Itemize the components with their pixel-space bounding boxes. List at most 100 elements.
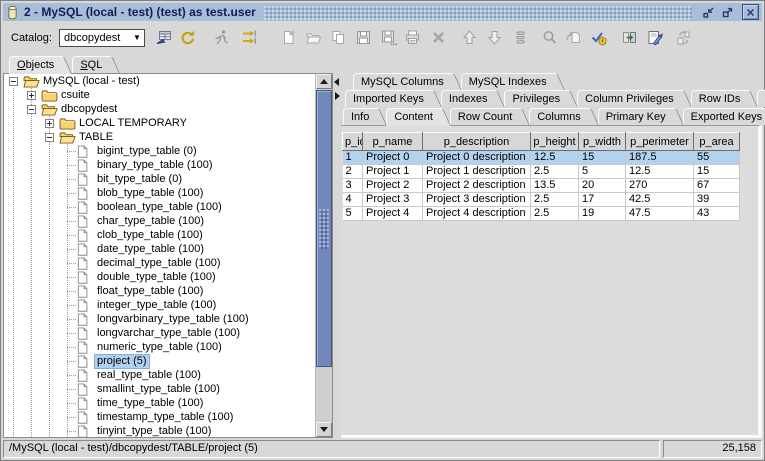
table-cell[interactable]: Project 2 description	[423, 179, 531, 193]
tree-node[interactable]: bigint_type_table (0)	[4, 144, 315, 158]
tree-node-label[interactable]: blob_type_table (100)	[95, 187, 205, 200]
tree-node[interactable]: real_type_table (100)	[4, 368, 315, 382]
table-cell[interactable]: 43	[694, 207, 740, 221]
tab-exported-keys[interactable]: Exported Keys	[683, 108, 765, 125]
tab-privileges[interactable]: Privileges	[504, 90, 568, 107]
tree-node-label[interactable]: double_type_table (100)	[95, 271, 218, 284]
tree-node-label[interactable]: csuite	[59, 89, 92, 102]
tree-node-label[interactable]: project (5)	[95, 355, 149, 368]
tree-node[interactable]: tinyint_type_table (100)	[4, 424, 315, 437]
close-button[interactable]	[742, 4, 759, 20]
table-cell[interactable]: 270	[626, 179, 694, 193]
table-cell[interactable]: 2	[343, 165, 363, 179]
move-down-icon[interactable]	[486, 29, 503, 46]
tab-objects[interactable]: Objects	[9, 56, 62, 74]
table-cell[interactable]: 67	[694, 179, 740, 193]
print-icon[interactable]	[404, 29, 421, 46]
catalog-dropdown[interactable]: dbcopydest ▼	[59, 29, 145, 47]
connect-catalog-icon[interactable]	[155, 29, 172, 46]
tree-node-label[interactable]: MySQL (local - test)	[41, 75, 142, 88]
tree-node[interactable]: longvarbinary_type_table (100)	[4, 312, 315, 326]
table-cell[interactable]: 1	[343, 151, 363, 165]
column-header[interactable]: p_name	[363, 133, 423, 151]
tree-node[interactable]: blob_type_table (100)	[4, 186, 315, 200]
table-row[interactable]: 5Project 4Project 4 description2.51947.5…	[343, 207, 740, 221]
table-cell[interactable]: 5	[343, 207, 363, 221]
tree-node-label[interactable]: time_type_table (100)	[95, 397, 205, 410]
tree-node-label[interactable]: binary_type_table (100)	[95, 159, 215, 172]
tab-content[interactable]: Content	[386, 108, 441, 126]
tree-vertical-scrollbar[interactable]	[315, 74, 332, 437]
search-icon[interactable]	[541, 29, 558, 46]
tree-toggle-minus-icon[interactable]	[22, 102, 40, 116]
tree-toggle-minus-icon[interactable]	[40, 130, 58, 144]
table-cell[interactable]: Project 4 description	[423, 207, 531, 221]
validate-icon[interactable]	[590, 29, 607, 46]
table-cell[interactable]: 39	[694, 193, 740, 207]
maximize-button[interactable]	[719, 4, 736, 20]
column-header[interactable]: p_height	[531, 133, 579, 151]
table-cell[interactable]: Project 1 description	[423, 165, 531, 179]
delete-icon[interactable]	[430, 29, 447, 46]
table-cell[interactable]: 12.5	[531, 151, 579, 165]
tree-node[interactable]: binary_type_table (100)	[4, 158, 315, 172]
tree-node[interactable]: float_type_table (100)	[4, 284, 315, 298]
tab-indexes[interactable]: Indexes	[441, 90, 496, 107]
save-icon[interactable]	[355, 29, 372, 46]
tree-node-label[interactable]: tinyint_type_table (100)	[95, 425, 213, 438]
copy-icon[interactable]	[330, 29, 347, 46]
column-header[interactable]: p_perimeter	[626, 133, 694, 151]
tree-node[interactable]: csuite	[4, 88, 315, 102]
column-header[interactable]: p_id	[343, 133, 363, 151]
column-header[interactable]: p_area	[694, 133, 740, 151]
tab-row-ids[interactable]: Row IDs	[691, 90, 749, 107]
tree-node-label[interactable]: clob_type_table (100)	[95, 229, 205, 242]
tree-node[interactable]: double_type_table (100)	[4, 270, 315, 284]
titlebar[interactable]: 2 - MySQL (local - test) (test) as test.…	[3, 3, 762, 21]
tree-node-label[interactable]: real_type_table (100)	[95, 369, 203, 382]
tab-primary-key[interactable]: Primary Key	[598, 108, 674, 125]
save-as-icon[interactable]	[380, 29, 397, 46]
run-sql-icon[interactable]	[213, 29, 230, 46]
table-cell[interactable]: 12.5	[626, 165, 694, 179]
tree-node-label[interactable]: numeric_type_table (100)	[95, 341, 224, 354]
new-file-icon[interactable]	[280, 29, 297, 46]
tab-mysql-columns[interactable]: MySQL Columns	[353, 73, 452, 90]
tree-node[interactable]: longvarchar_type_table (100)	[4, 326, 315, 340]
tree-toggle-minus-icon[interactable]	[4, 74, 22, 88]
tab-row-count[interactable]: Row Count	[450, 108, 520, 125]
table-cell[interactable]: 2.5	[531, 207, 579, 221]
column-header[interactable]: p_description	[423, 133, 531, 151]
tree-node[interactable]: boolean_type_table (100)	[4, 200, 315, 214]
tab-versions[interactable]: Versions	[757, 90, 765, 107]
tree-node[interactable]: smallint_type_table (100)	[4, 382, 315, 396]
tree-node-label[interactable]: dbcopydest	[59, 103, 119, 116]
move-up-icon[interactable]	[461, 29, 478, 46]
table-cell[interactable]: Project 1	[363, 165, 423, 179]
table-cell[interactable]: Project 2	[363, 179, 423, 193]
open-file-icon[interactable]	[305, 29, 322, 46]
tree-node[interactable]: clob_type_table (100)	[4, 228, 315, 242]
column-header[interactable]: p_width	[579, 133, 626, 151]
tree-node-label[interactable]: timestamp_type_table (100)	[95, 411, 235, 424]
scroll-up-button[interactable]	[316, 74, 332, 89]
table-cell[interactable]: Project 3 description	[423, 193, 531, 207]
tree-node[interactable]: bit_type_table (0)	[4, 172, 315, 186]
table-row[interactable]: 4Project 3Project 3 description2.51742.5…	[343, 193, 740, 207]
tree-node[interactable]: time_type_table (100)	[4, 396, 315, 410]
table-cell[interactable]: Project 0	[363, 151, 423, 165]
tree-node-label[interactable]: bit_type_table (0)	[95, 173, 184, 186]
rotate-view-icon[interactable]	[675, 29, 692, 46]
table-cell[interactable]: 17	[579, 193, 626, 207]
tab-imported-keys[interactable]: Imported Keys	[345, 90, 432, 107]
tree-node-label[interactable]: longvarchar_type_table (100)	[95, 327, 242, 340]
tree-node[interactable]: numeric_type_table (100)	[4, 340, 315, 354]
tree-node-label[interactable]: char_type_table (100)	[95, 215, 206, 228]
tab-column-privileges[interactable]: Column Privileges	[577, 90, 682, 107]
tree-node-label[interactable]: float_type_table (100)	[95, 285, 205, 298]
tree-node-label[interactable]: date_type_table (100)	[95, 243, 206, 256]
minimize-button[interactable]	[700, 4, 717, 20]
table-cell[interactable]: 2.5	[531, 193, 579, 207]
scroll-down-button[interactable]	[316, 422, 332, 437]
tree-node-label[interactable]: integer_type_table (100)	[95, 299, 218, 312]
